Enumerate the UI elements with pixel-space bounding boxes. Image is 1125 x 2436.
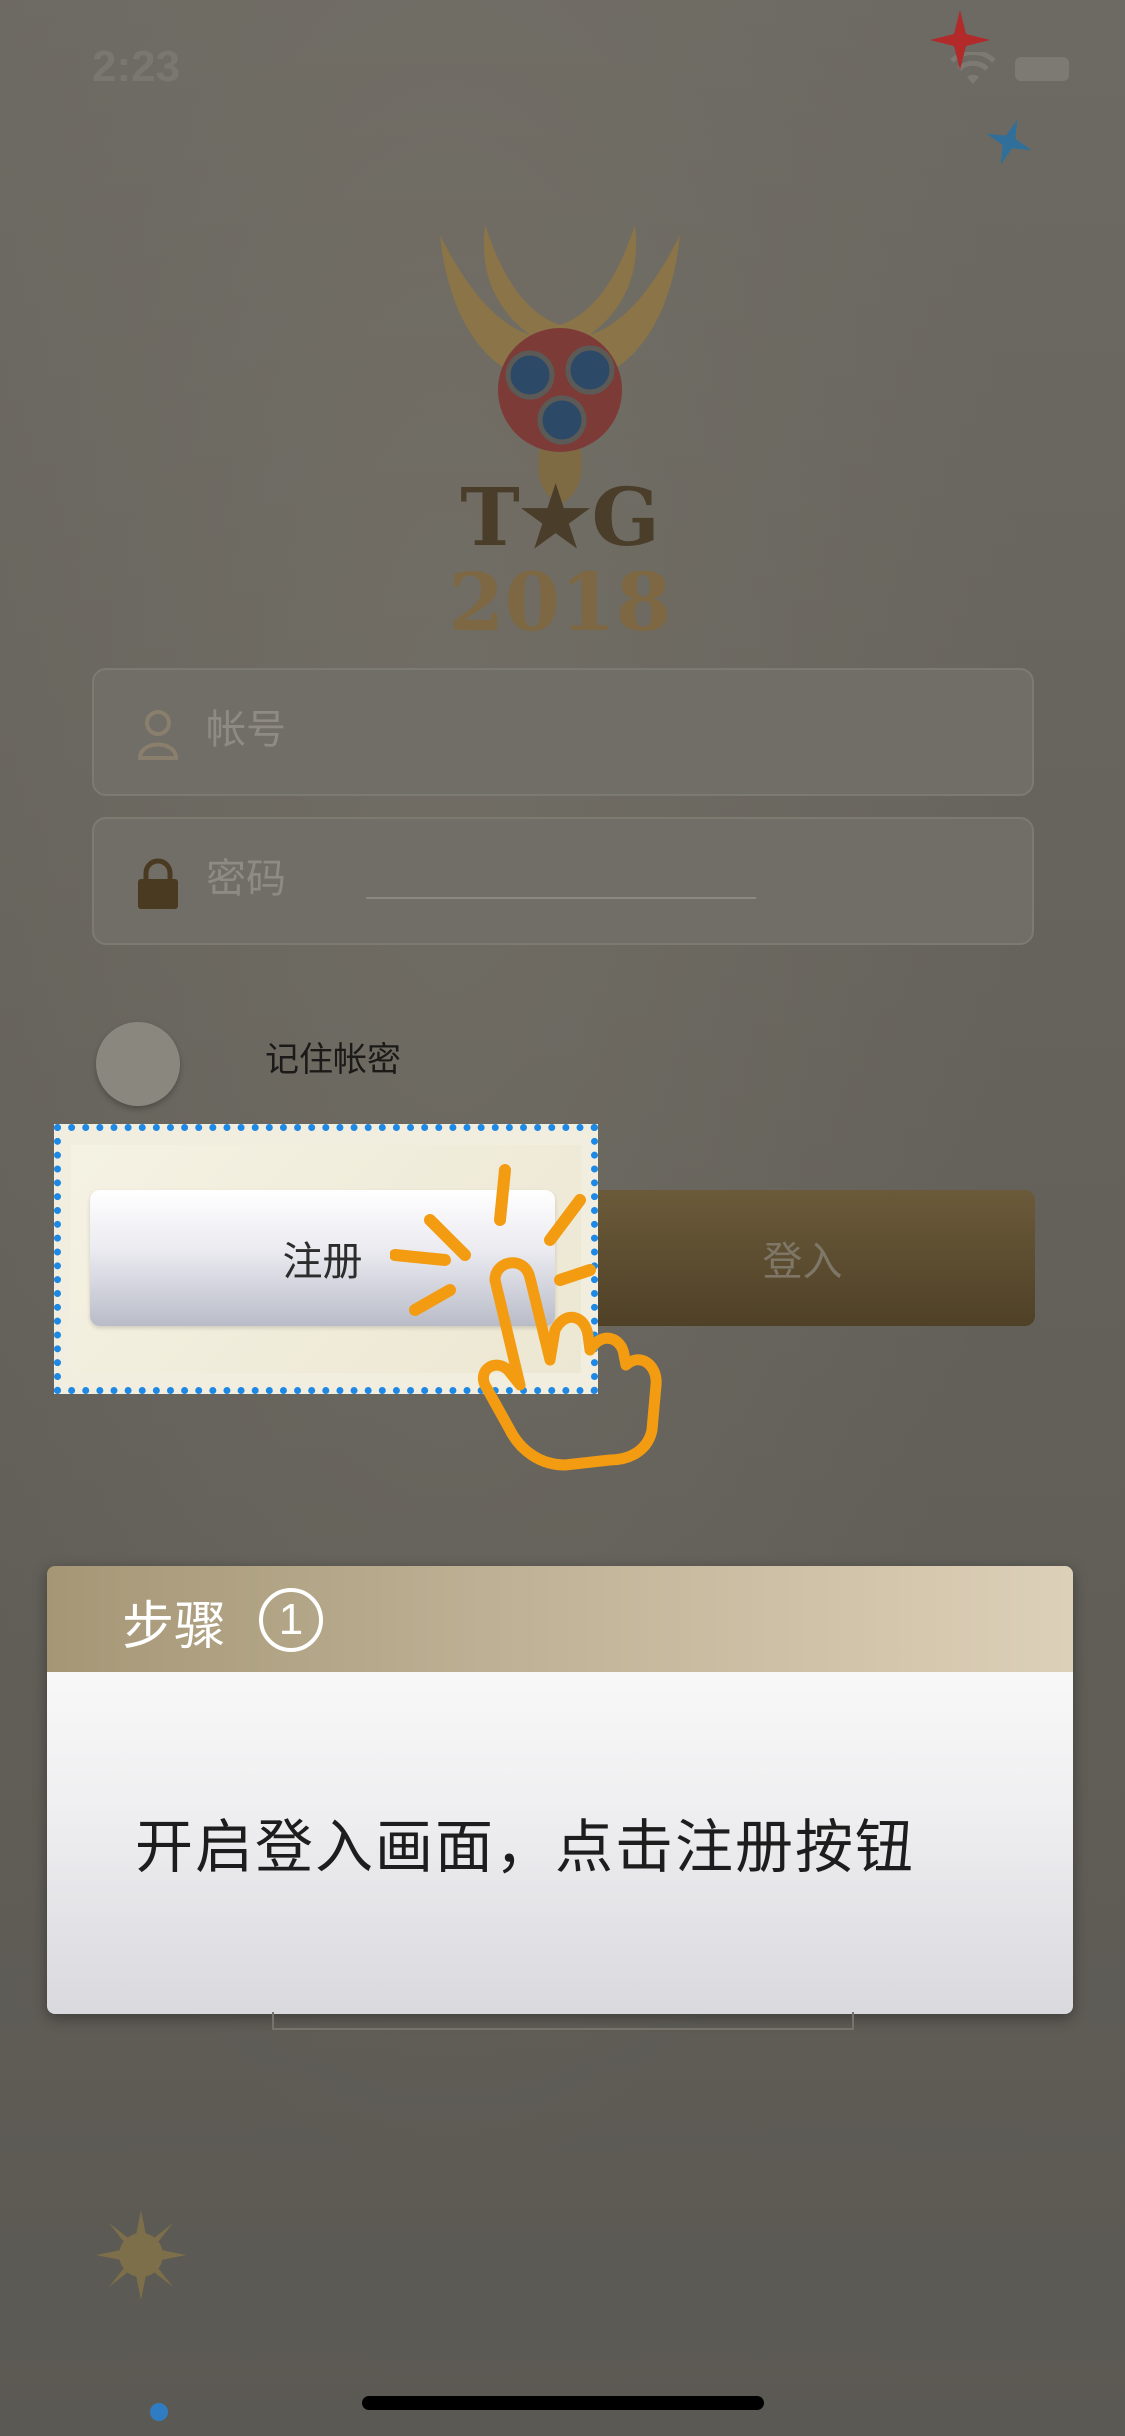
status-time: 2:23 <box>92 42 181 91</box>
step-header: 步骤 1 <box>47 1566 1073 1672</box>
step-instruction: 开启登入画面，点击注册按钮 <box>135 1813 916 1881</box>
svg-text:T★G: T★G <box>460 470 660 564</box>
password-input[interactable] <box>204 855 988 903</box>
remember-label: 记住帐密 <box>265 1040 401 1080</box>
step-card: 步骤 1 开启登入画面，点击注册按钮 <box>47 1566 1073 2014</box>
step-title: 步骤 <box>122 1597 227 1657</box>
remember-toggle[interactable] <box>96 1022 180 1106</box>
step-body: 开启登入画面，点击注册按钮 <box>47 1672 1073 2014</box>
sun-decoration <box>96 2210 186 2300</box>
password-field[interactable] <box>92 817 1034 945</box>
step-number-badge: 1 <box>259 1588 323 1652</box>
tg-2018-logo: T★G 2018 <box>440 225 680 645</box>
battery-icon <box>1015 57 1069 81</box>
account-input[interactable] <box>204 706 988 754</box>
tap-hand-icon <box>390 1164 662 1471</box>
page-dot <box>150 2403 168 2421</box>
password-underline <box>366 897 756 899</box>
background-panel-edge <box>272 2012 854 2030</box>
account-field[interactable] <box>92 668 1034 796</box>
user-icon <box>137 710 179 760</box>
blue-star-decoration <box>986 119 1032 165</box>
lock-icon <box>138 858 178 909</box>
svg-text:2018: 2018 <box>449 555 672 645</box>
home-indicator[interactable] <box>362 2396 764 2410</box>
red-star-decoration <box>930 10 990 70</box>
